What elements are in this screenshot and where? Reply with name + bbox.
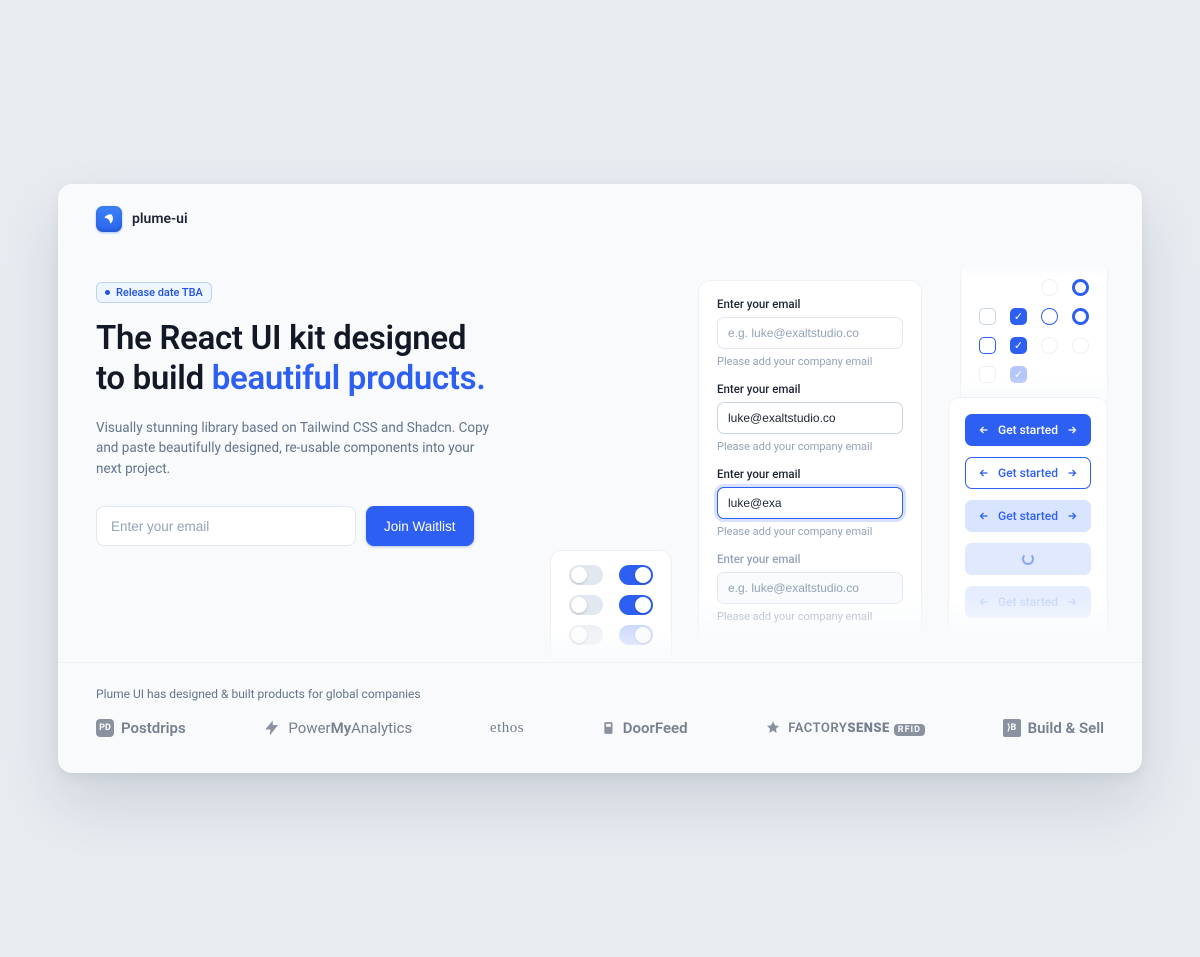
button-variant-disabled: Get started bbox=[965, 586, 1091, 618]
toggle-off[interactable] bbox=[569, 565, 603, 585]
toggle-off-disabled bbox=[569, 625, 603, 645]
join-waitlist-button[interactable]: Join Waitlist bbox=[366, 506, 474, 546]
arrow-left-icon bbox=[978, 596, 990, 608]
headline-line2-pre: to build bbox=[96, 359, 212, 398]
button-variant-filled[interactable]: Get started bbox=[965, 414, 1091, 446]
brand-name: plume-ui bbox=[132, 211, 188, 227]
spinner-icon bbox=[1022, 553, 1034, 565]
input-empty[interactable] bbox=[717, 317, 903, 349]
company-logos-row: PD Postdrips PowerMyAnalytics ethos Door… bbox=[96, 719, 1104, 737]
toggle-on-disabled bbox=[619, 625, 653, 645]
radio-checked[interactable] bbox=[1072, 279, 1089, 296]
input-disabled bbox=[717, 572, 903, 604]
hero-section: Release date TBA The React UI kit design… bbox=[58, 242, 1142, 662]
input-helper: Please add your company email bbox=[717, 355, 903, 368]
checkbox-checked-disabled: ✓ bbox=[1010, 366, 1027, 383]
toggle-on[interactable] bbox=[619, 595, 653, 615]
checkbox-unchecked-outlined[interactable] bbox=[979, 337, 996, 354]
checkbox-disabled bbox=[979, 366, 996, 383]
radio-unchecked-outlined[interactable] bbox=[1041, 308, 1058, 325]
button-label: Get started bbox=[998, 595, 1058, 609]
input-label: Enter your email bbox=[717, 297, 903, 311]
hero-copy: Release date TBA The React UI kit design… bbox=[96, 282, 556, 662]
pma-icon bbox=[263, 719, 281, 737]
doorfeed-icon bbox=[602, 719, 616, 737]
release-tag-text: Release date TBA bbox=[116, 286, 203, 299]
checkbox-unchecked[interactable] bbox=[979, 308, 996, 325]
email-input[interactable] bbox=[96, 506, 356, 546]
input-label-disabled: Enter your email bbox=[717, 552, 903, 566]
button-label: Get started bbox=[998, 509, 1058, 523]
radio-disabled bbox=[1041, 337, 1058, 354]
arrow-left-icon bbox=[978, 424, 990, 436]
logo-buildsell: ⟩B Build & Sell bbox=[1003, 719, 1104, 737]
headline: The React UI kit designed to build beaut… bbox=[96, 319, 556, 400]
radio-checked[interactable] bbox=[1072, 308, 1089, 325]
headline-accent: beautiful products. bbox=[212, 359, 486, 398]
arrow-right-icon bbox=[1066, 596, 1078, 608]
arrow-left-icon bbox=[978, 467, 990, 479]
preview-checks-card: ✓ ✓ ✓ bbox=[960, 260, 1108, 410]
postdrips-icon: PD bbox=[96, 719, 114, 737]
button-label: Get started bbox=[998, 466, 1058, 480]
factorysense-icon bbox=[765, 720, 781, 736]
brand-logo-icon bbox=[96, 206, 122, 232]
radio-disabled bbox=[1072, 337, 1089, 354]
button-variant-soft[interactable]: Get started bbox=[965, 500, 1091, 532]
input-label: Enter your email bbox=[717, 382, 903, 396]
preview-buttons-card: Get started Get started Get started bbox=[948, 397, 1108, 641]
logo-powermyanalytics: PowerMyAnalytics bbox=[263, 719, 412, 737]
input-helper: Please add your company email bbox=[717, 525, 903, 538]
arrow-right-icon bbox=[1066, 467, 1078, 479]
subheading: Visually stunning library based on Tailw… bbox=[96, 418, 496, 481]
input-helper: Please add your company email bbox=[717, 440, 903, 453]
logo-postdrips: PD Postdrips bbox=[96, 719, 186, 737]
arrow-left-icon bbox=[978, 510, 990, 522]
arrow-right-icon bbox=[1066, 424, 1078, 436]
checkbox-checked[interactable]: ✓ bbox=[1010, 337, 1027, 354]
input-label: Enter your email bbox=[717, 467, 903, 481]
release-tag: Release date TBA bbox=[96, 282, 212, 303]
logo-factorysense: FACTORYSENSERFID bbox=[765, 720, 925, 736]
logo-doorfeed: DoorFeed bbox=[602, 719, 688, 737]
button-variant-loading bbox=[965, 543, 1091, 575]
button-variant-outline[interactable]: Get started bbox=[965, 457, 1091, 489]
toggle-off[interactable] bbox=[569, 595, 603, 615]
toggle-on[interactable] bbox=[619, 565, 653, 585]
logo-ethos: ethos bbox=[490, 720, 524, 737]
page-window: plume-ui Release date TBA The React UI k… bbox=[58, 184, 1142, 773]
checkbox-checked[interactable]: ✓ bbox=[1010, 308, 1027, 325]
site-header: plume-ui bbox=[58, 184, 1142, 242]
social-proof-footer: Plume UI has designed & built products f… bbox=[58, 662, 1142, 773]
input-filled[interactable] bbox=[717, 402, 903, 434]
preview-toggles-card bbox=[550, 550, 672, 662]
arrow-right-icon bbox=[1066, 510, 1078, 522]
button-label: Get started bbox=[998, 423, 1058, 437]
input-helper: Please add your company email bbox=[717, 610, 903, 623]
headline-line1: The React UI kit designed bbox=[96, 319, 466, 358]
input-focused[interactable] bbox=[717, 487, 903, 519]
component-preview-area: Enter your email Please add your company… bbox=[580, 282, 1104, 662]
buildsell-icon: ⟩B bbox=[1003, 719, 1021, 737]
footer-caption: Plume UI has designed & built products f… bbox=[96, 687, 1104, 701]
waitlist-form: Join Waitlist bbox=[96, 506, 556, 546]
preview-inputs-card: Enter your email Please add your company… bbox=[698, 280, 922, 650]
radio-unchecked[interactable] bbox=[1041, 279, 1058, 296]
